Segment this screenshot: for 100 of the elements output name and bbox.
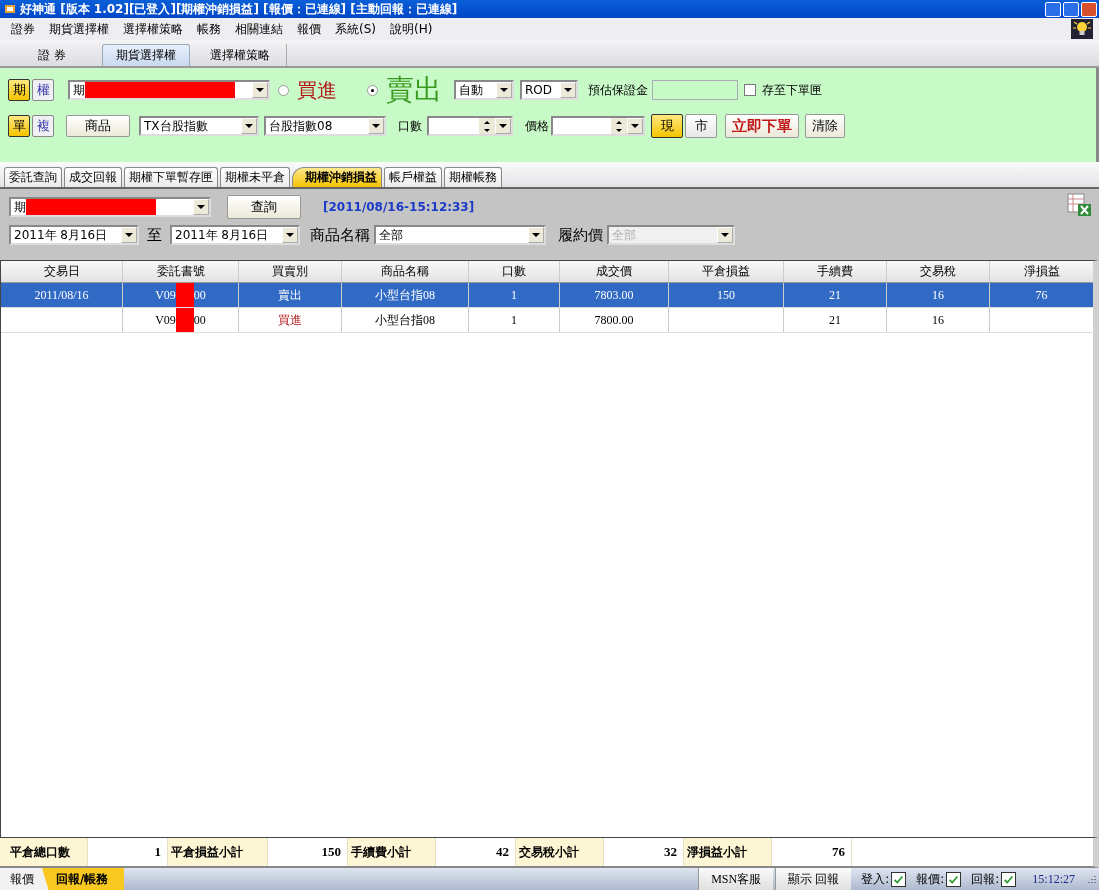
close-button[interactable] — [1081, 1, 1097, 17]
caret-icon[interactable] — [193, 199, 209, 215]
column-header[interactable]: 成交價 — [560, 261, 669, 282]
column-header[interactable]: 平倉損益 — [669, 261, 784, 282]
tab[interactable]: 帳戶權益 — [384, 167, 442, 187]
submit-order-button[interactable]: 立即下單 — [725, 114, 799, 138]
resize-grip-icon[interactable] — [1087, 874, 1097, 884]
mode-toggle-button[interactable]: 複 — [32, 115, 54, 137]
tab[interactable]: 委託查詢 — [4, 167, 62, 187]
tab[interactable]: 期權帳務 — [444, 167, 502, 187]
table-row[interactable]: V09 00 買進 小型台指08 1 7800.00 21 16 — [1, 308, 1093, 333]
tab[interactable]: 期權下單暫存匣 — [124, 167, 218, 187]
mode-toggle-button[interactable]: 期 — [8, 79, 30, 101]
mode-toggle-button[interactable]: 權 — [32, 79, 54, 101]
table-cell: 小型台指08 — [342, 308, 469, 332]
contract-dropdown[interactable]: 台股指數08 — [264, 116, 386, 136]
checkbox[interactable] — [891, 871, 907, 887]
checkbox[interactable] — [744, 84, 756, 96]
tab[interactable]: 報價 — [0, 868, 50, 890]
checkbox[interactable] — [1001, 871, 1017, 887]
menu-item[interactable]: 帳務 — [190, 18, 228, 40]
product-name-dropdown[interactable]: 全部 — [374, 225, 546, 245]
lightbulb-icon[interactable] — [1071, 19, 1093, 39]
menu-item[interactable]: 證券 — [4, 18, 42, 40]
caret-icon[interactable] — [496, 82, 512, 98]
caret-icon[interactable] — [528, 227, 544, 243]
caret-icon[interactable] — [282, 227, 298, 243]
column-header[interactable]: 買賣別 — [239, 261, 342, 282]
window-title: 好神通 [版本 1.02][已登入][期權沖銷損益] [報價：已連線] [主動回報：已連線] — [20, 0, 458, 18]
redaction-bar — [175, 308, 194, 332]
mode-toggle-button[interactable]: 單 — [8, 115, 30, 137]
account-dropdown[interactable]: 期 — [68, 80, 270, 100]
menu-item[interactable]: 選擇權策略 — [116, 18, 190, 40]
field-label: 價格 — [525, 117, 549, 135]
menu-item[interactable]: 報價 — [290, 18, 328, 40]
column-header[interactable]: 委託書號 — [123, 261, 239, 282]
tab[interactable]: 成交回報 — [64, 167, 122, 187]
radio-button[interactable] — [278, 84, 289, 96]
tab[interactable]: 選擇權策略 — [196, 44, 284, 66]
tab[interactable]: 證 券 — [8, 44, 96, 66]
tab[interactable]: 回報/帳務 — [42, 868, 125, 890]
table-row[interactable]: 2011/08/16 V09 00 賣出 小型台指08 1 7803.00 150 21 16 76 — [1, 283, 1093, 308]
spin-arrows-icon[interactable] — [479, 118, 495, 134]
menu-item[interactable]: 系統(S) — [328, 18, 383, 40]
summary-label: 交易稅小計 — [516, 838, 604, 866]
column-header[interactable]: 商品名稱 — [342, 261, 469, 282]
column-header[interactable]: 口數 — [469, 261, 560, 282]
table-cell: 21 — [784, 283, 887, 307]
menu-item[interactable]: 期貨選擇權 — [42, 18, 116, 40]
table-cell: 16 — [887, 283, 990, 307]
spin-field[interactable] — [427, 116, 513, 136]
date-to-dropdown[interactable]: 2011年 8月16日 — [170, 225, 300, 245]
combo-text: 台股指數08 — [269, 118, 333, 133]
range-label: 至 — [147, 225, 162, 245]
caret-icon[interactable] — [495, 118, 511, 134]
product-dropdown[interactable]: TX台股指數 — [139, 116, 259, 136]
field-label: 商品名稱 — [310, 225, 370, 245]
radio-button[interactable] — [367, 84, 378, 96]
combo-text: 期 — [14, 199, 26, 214]
app-icon — [4, 3, 16, 15]
combo-text: 期 — [73, 82, 85, 97]
clear-button[interactable]: 清除 — [805, 114, 845, 138]
maximize-button[interactable] — [1063, 1, 1079, 17]
caret-icon[interactable] — [252, 82, 268, 98]
column-header[interactable]: 交易稅 — [887, 261, 990, 282]
checkbox[interactable] — [946, 871, 962, 887]
product-button[interactable]: 商品 — [66, 115, 130, 137]
status-button[interactable]: MSN客服 — [698, 868, 774, 890]
combo-text: TX台股指數 — [144, 118, 208, 133]
status-label: 報價: — [916, 870, 945, 888]
spin-field[interactable] — [551, 116, 645, 136]
redaction-bar — [175, 283, 194, 307]
date-from-dropdown[interactable]: 2011年 8月16日 — [9, 225, 139, 245]
field-label: 預估保證金 — [588, 81, 648, 99]
tab[interactable]: 期權未平倉 — [220, 167, 290, 187]
spreadsheet-export-icon[interactable] — [1067, 193, 1093, 217]
caret-icon[interactable] — [121, 227, 137, 243]
menu-item[interactable]: 相關連結 — [228, 18, 290, 40]
account-dropdown[interactable]: 期 — [9, 197, 211, 217]
minimize-button[interactable] — [1045, 1, 1061, 17]
table-cell: 小型台指08 — [342, 283, 469, 307]
price-type-button[interactable]: 現 — [651, 114, 683, 138]
caret-icon[interactable] — [627, 118, 643, 134]
tab[interactable]: 期權沖銷損益 — [292, 167, 382, 187]
column-header[interactable]: 手續費 — [784, 261, 887, 282]
price-type-button[interactable]: 市 — [685, 114, 717, 138]
order-type-dropdown[interactable]: 自動 — [454, 80, 514, 100]
spin-arrows-icon[interactable] — [611, 118, 627, 134]
caret-icon[interactable] — [560, 82, 576, 98]
menu-item[interactable]: 說明(H) — [383, 18, 440, 40]
column-header[interactable]: 淨損益 — [990, 261, 1093, 282]
caret-icon[interactable] — [368, 118, 384, 134]
time-in-force-dropdown[interactable]: ROD — [520, 80, 578, 100]
caret-icon[interactable] — [241, 118, 257, 134]
status-button[interactable]: 顯示 回報 — [775, 868, 852, 890]
query-button[interactable]: 查詢 — [227, 195, 301, 219]
tab[interactable]: 期貨選擇權 — [102, 44, 190, 66]
summary-label: 手續費小計 — [348, 838, 436, 866]
summary-label: 平倉總口數 — [0, 838, 88, 866]
column-header[interactable]: 交易日 — [1, 261, 123, 282]
